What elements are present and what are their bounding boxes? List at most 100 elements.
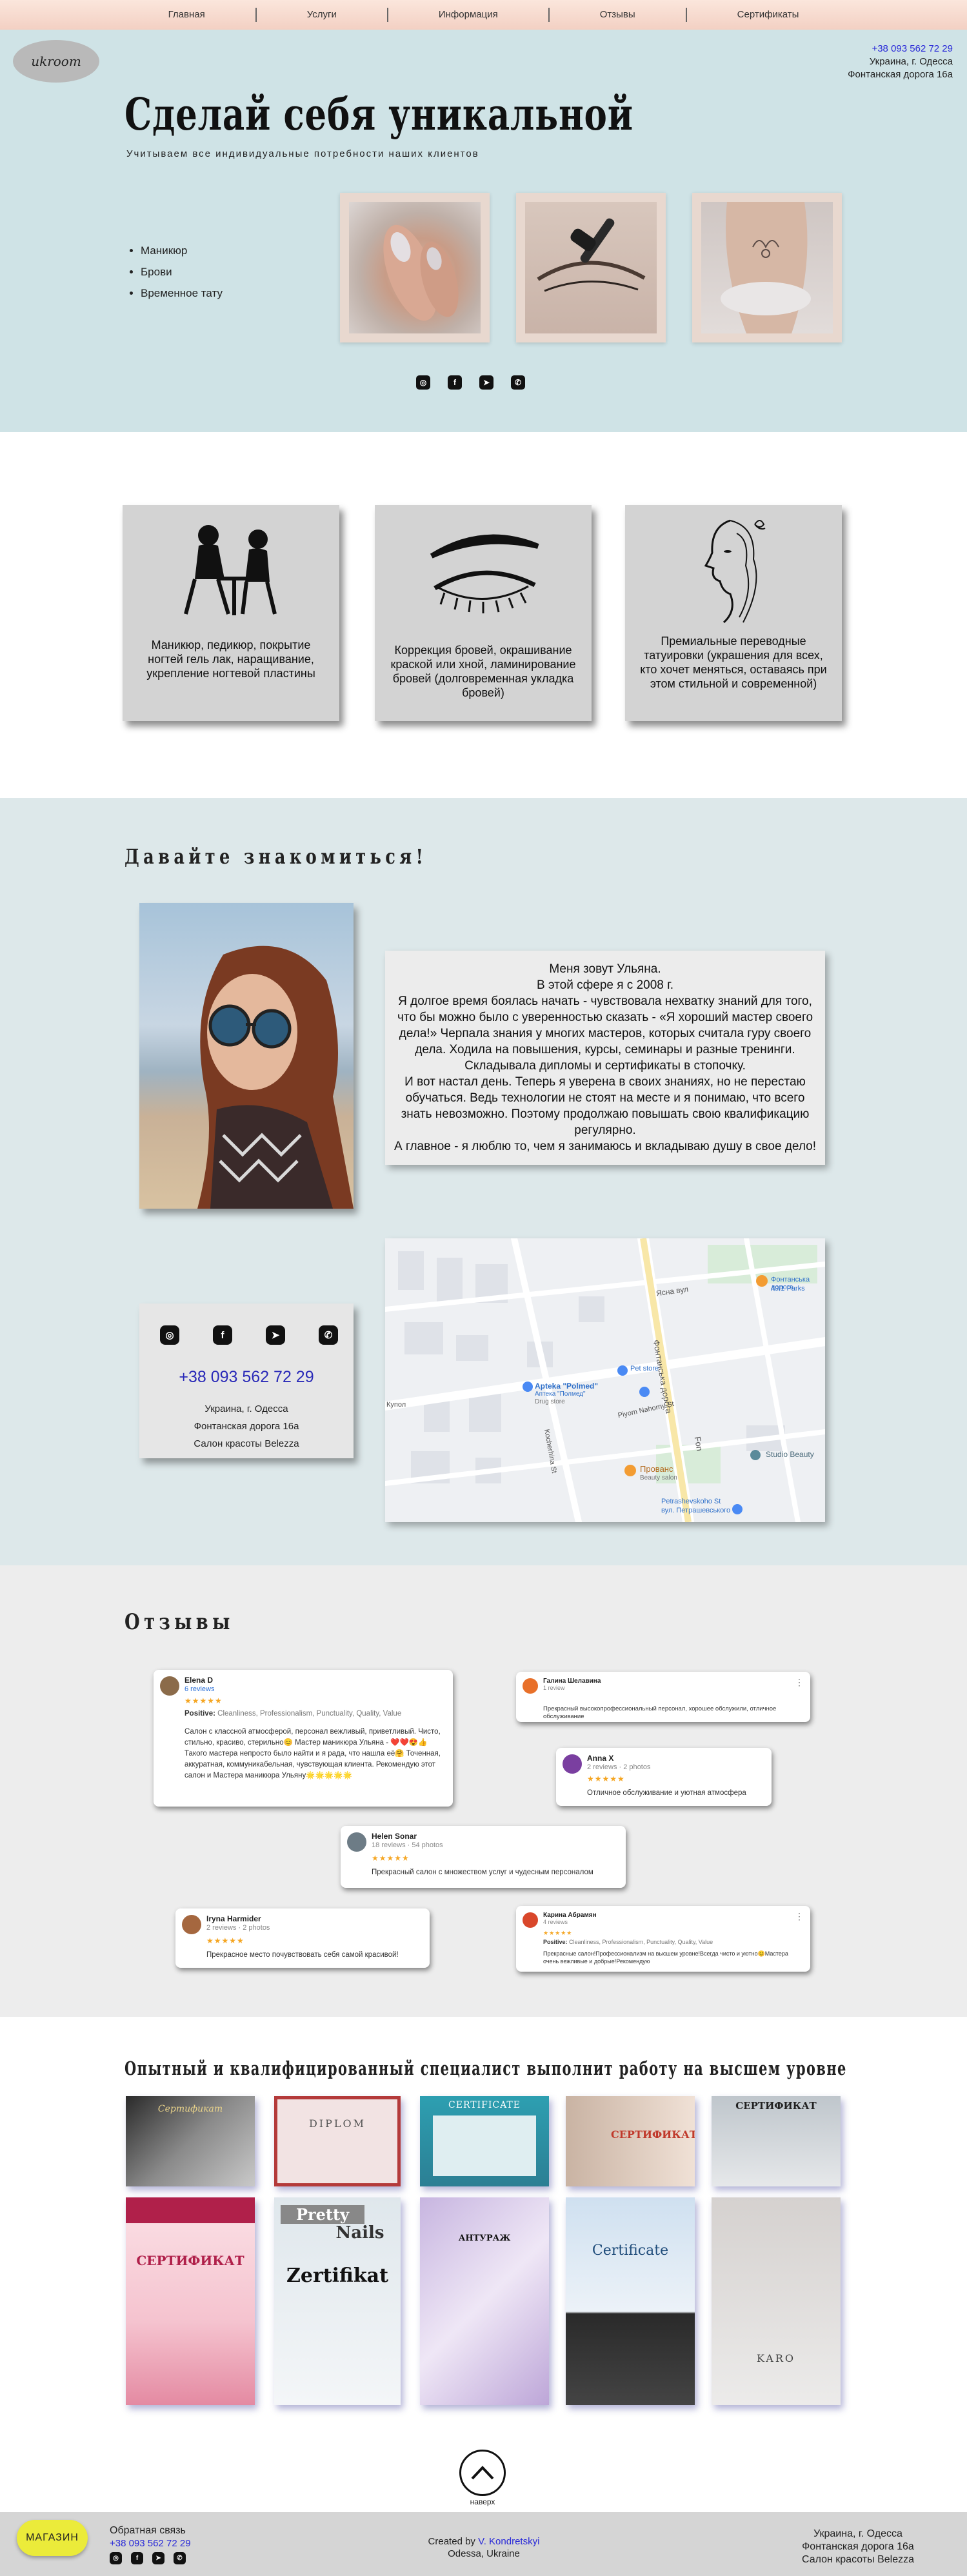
footer-street: Фонтанская дорога 16а [802, 2541, 914, 2552]
logo-text: ukroom [31, 54, 81, 69]
review-card[interactable]: Iryna Harmider 2 reviews · 2 photos ★★★★… [175, 1908, 430, 1968]
review-card[interactable]: Elena D 6 reviews ★★★★★ Positive: Cleanl… [154, 1670, 453, 1807]
map-label: Прованс [640, 1464, 673, 1474]
header-contact: +38 093 562 72 29 Украина, г. Одесса Фон… [848, 43, 953, 81]
about-line: А главное - я люблю то, чем я занимаюсь … [394, 1140, 817, 1153]
reviewer-meta: 2 reviews · 2 photos [587, 1763, 651, 1771]
certificate-thumbnail[interactable]: CERTIFICATE [420, 2096, 549, 2186]
viber-icon[interactable]: ✆ [319, 1325, 338, 1345]
manicure-silhouette-icon [123, 514, 339, 624]
shop-button[interactable]: МАГАЗИН [17, 2520, 88, 2556]
telegram-icon[interactable]: ➤ [152, 2552, 164, 2564]
service-card-tattoo[interactable]: Премиальные переводные татуировки (украш… [625, 505, 842, 721]
scroll-to-top-button[interactable] [459, 2450, 506, 2496]
instagram-icon[interactable]: ◎ [110, 2552, 122, 2564]
footer-city: Украина, г. Одесса [813, 2528, 902, 2539]
reviewer-name: Elena D [184, 1676, 214, 1685]
viber-icon[interactable]: ✆ [174, 2552, 186, 2564]
more-options-icon[interactable]: ⋮ [795, 1677, 804, 1688]
certificate-label: Pretty [281, 2205, 364, 2224]
nav-home[interactable]: Главная [118, 8, 257, 22]
location-map[interactable]: Фонтанська дорога Ясна вул Kocherhina St… [385, 1238, 825, 1522]
service-card-manicure[interactable]: Маникюр, педикюр, покрытие ногтей гель л… [123, 505, 339, 721]
footer-credits: Created by V. Kondretskyi Odessa, Ukrain… [387, 2535, 581, 2560]
certificate-label: СЕРТИФИКАТ [735, 2100, 817, 2112]
more-options-icon[interactable]: ⋮ [795, 1911, 804, 1922]
about-line: И вот настал день. Теперь я уверена в св… [401, 1075, 810, 1137]
footer-address: Украина, г. Одесса Фонтанская дорога 16а… [802, 2528, 914, 2566]
review-card[interactable]: Helen Sonar 18 reviews · 54 photos ★★★★★… [341, 1826, 626, 1888]
facebook-icon[interactable]: f [131, 2552, 143, 2564]
telegram-icon[interactable]: ➤ [266, 1325, 285, 1345]
review-text: Прекрасные салон!Профессионализм на высш… [543, 1950, 788, 1965]
review-card[interactable]: Anna X 2 reviews · 2 photos ★★★★★ Отличн… [556, 1748, 772, 1806]
review-text: Прекрасный высокопрофессиональный персон… [543, 1705, 777, 1720]
review-card[interactable]: Карина Абрамян 4 reviews ⋮ ★★★★★ Positiv… [516, 1906, 810, 1972]
review-card[interactable]: Галина Шелавина 1 review ⋮ Прекрасный вы… [516, 1672, 810, 1722]
certificate-label: Nails [335, 2223, 384, 2243]
facebook-icon[interactable]: f [213, 1325, 232, 1345]
instagram-icon[interactable]: ◎ [416, 375, 430, 390]
top-navigation: Главная Услуги Информация Отзывы Сертифи… [0, 0, 967, 30]
certificate-thumbnail[interactable]: Certificate [566, 2197, 695, 2405]
brow-illustration [537, 218, 646, 292]
map-label: Apteka "Polmed" [535, 1382, 599, 1391]
header-phone[interactable]: +38 093 562 72 29 [848, 43, 953, 55]
avatar [523, 1912, 538, 1928]
avatar [563, 1754, 582, 1774]
hero-subtitle: Учитываем все индивидуальные потребности… [126, 148, 479, 159]
review-text: Прекрасное место почувствовать себя само… [206, 1951, 399, 1959]
certificate-thumbnail[interactable]: СЕРТИФИКАТ [566, 2096, 695, 2186]
certificate-label: Сертификат [157, 2104, 223, 2114]
reviewer-meta: 4 reviews [543, 1919, 568, 1925]
certificate-thumbnail[interactable]: СЕРТИФИКАТ [126, 2197, 255, 2405]
certificate-thumbnail[interactable]: KARO [712, 2197, 841, 2405]
logo[interactable]: ukroom [13, 40, 99, 83]
service-text: Коррекция бровей, окрашивание краской ил… [390, 644, 576, 699]
header-city: Украина, г. Одесса [869, 56, 953, 67]
map-label: Studio Beauty [766, 1450, 814, 1459]
footer-salon: Салон красоты Belezza [801, 2554, 914, 2565]
avatar [523, 1678, 538, 1694]
review-stars: ★★★★★ [184, 1696, 223, 1705]
contact-social-icons: ◎ f ➤ ✆ [160, 1325, 338, 1345]
contact-phone[interactable]: +38 093 562 72 29 [139, 1368, 354, 1387]
contact-salon: Салон красоты Belezza [194, 1438, 299, 1449]
certificate-label: KARO [756, 2352, 796, 2364]
instagram-icon[interactable]: ◎ [160, 1325, 179, 1345]
certificate-thumbnail[interactable]: DIPLOM [274, 2096, 401, 2186]
reviewer-meta: 18 reviews · 54 photos [372, 1841, 443, 1849]
certificate-label: АНТУРАЖ [458, 2234, 511, 2243]
hero-list-item: Маникюр [141, 240, 223, 261]
services-section: Маникюр, педикюр, покрытие ногтей гель л… [0, 432, 967, 798]
nav-information[interactable]: Информация [388, 8, 550, 22]
footer: МАГАЗИН Обратная связь +38 093 562 72 29… [0, 2512, 967, 2576]
about-line: Меня зовут Ульяна. [549, 962, 661, 976]
service-card-brows[interactable]: Коррекция бровей, окрашивание краской ил… [375, 505, 592, 721]
map-label: 49/1 Parks [771, 1285, 805, 1293]
viber-icon[interactable]: ✆ [511, 375, 525, 390]
review-text: Отличное обслуживание и уютная атмосфера [587, 1789, 746, 1797]
manicure-photo [340, 193, 490, 342]
certificate-thumbnail[interactable]: Сертификат [126, 2096, 255, 2186]
map-label: вул. Петрашевського [661, 1507, 731, 1514]
certificate-thumbnail[interactable]: АНТУРАЖ [420, 2197, 549, 2405]
about-line: Я долгое время боялась начать - чувствов… [397, 995, 813, 1073]
review-stars: ★★★★★ [543, 1930, 573, 1936]
nav-reviews[interactable]: Отзывы [550, 8, 687, 22]
telegram-icon[interactable]: ➤ [479, 375, 493, 390]
reviews-section: Отзывы Elena D 6 reviews ★★★★★ Positive:… [0, 1565, 967, 2017]
certificate-label: CERTIFICATE [448, 2100, 521, 2110]
review-positive: Positive: Cleanliness, Professionalism, … [543, 1939, 713, 1945]
contact-street: Фонтанская дорога 16а [194, 1421, 299, 1432]
author-link[interactable]: V. Kondretskyi [478, 2536, 539, 2547]
facebook-icon[interactable]: f [448, 375, 462, 390]
certificate-thumbnail[interactable]: СЕРТИФИКАТ [712, 2096, 841, 2186]
nav-services[interactable]: Услуги [257, 8, 388, 22]
avatar [160, 1676, 179, 1696]
map-label: Pet store [630, 1365, 659, 1372]
certificate-thumbnail[interactable]: Pretty Nails Zertifikat [274, 2197, 401, 2405]
footer-location: Odessa, Ukraine [448, 2548, 520, 2559]
footer-phone[interactable]: +38 093 562 72 29 [110, 2538, 191, 2549]
nav-certificates[interactable]: Сертификаты [687, 8, 850, 22]
